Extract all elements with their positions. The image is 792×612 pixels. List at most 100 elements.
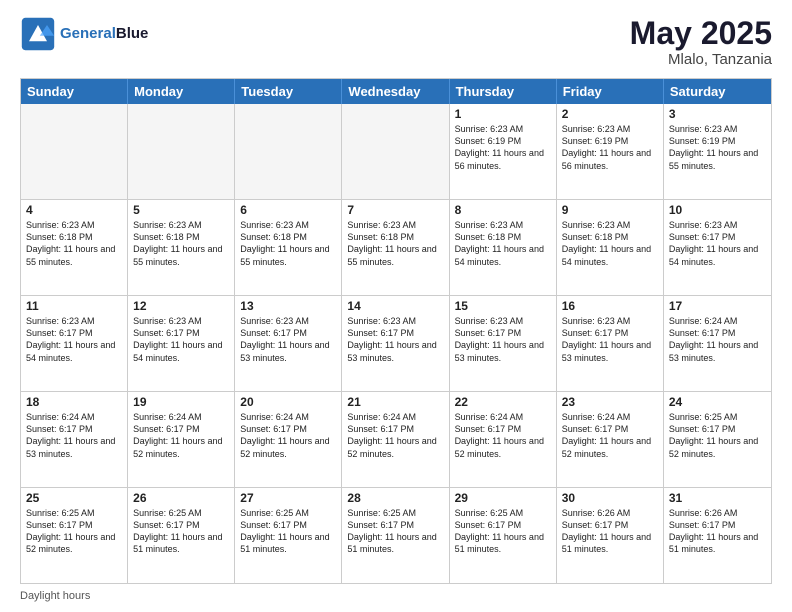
cell-info: Sunrise: 6:25 AM Sunset: 6:17 PM Dayligh…: [455, 507, 551, 556]
calendar-cell: 9Sunrise: 6:23 AM Sunset: 6:18 PM Daylig…: [557, 200, 664, 295]
day-number: 1: [455, 107, 551, 121]
day-number: 10: [669, 203, 766, 217]
calendar-cell: [235, 104, 342, 199]
calendar-cell: 10 Sunrise: 6:23 AM Sunset: 6:17 PM Dayli…: [664, 200, 771, 295]
cell-info: Sunrise: 6:23 AM Sunset: 6:17 PM Dayligh…: [26, 315, 122, 364]
calendar-cell: 11 Sunrise: 6:23 AM Sunset: 6:17 PM Dayli…: [21, 296, 128, 391]
day-number: 11: [26, 299, 122, 313]
footer-text: Daylight hours: [20, 590, 90, 602]
calendar-row: 25 Sunrise: 6:25 AM Sunset: 6:17 PM Dayli…: [21, 487, 771, 583]
calendar-cell: 1 Sunrise: 6:23 AM Sunset: 6:19 PM Daylig…: [450, 104, 557, 199]
day-number: 27: [240, 491, 336, 505]
cell-info: Sunrise: 6:25 AM Sunset: 6:17 PM Dayligh…: [669, 411, 766, 460]
calendar-cell: 13 Sunrise: 6:23 AM Sunset: 6:17 PM Dayli…: [235, 296, 342, 391]
calendar-cell: 15 Sunrise: 6:23 AM Sunset: 6:17 PM Dayli…: [450, 296, 557, 391]
calendar-cell: 21Sunrise: 6:24 AM Sunset: 6:17 PM Dayli…: [342, 392, 449, 487]
calendar-cell: [21, 104, 128, 199]
calendar-cell: 31 Sunrise: 6:26 AM Sunset: 6:17 PM Dayli…: [664, 488, 771, 583]
day-number: 31: [669, 491, 766, 505]
calendar-cell: 19 Sunrise: 6:24 AM Sunset: 6:17 PM Dayli…: [128, 392, 235, 487]
cell-info: Sunrise: 6:23 AM Sunset: 6:17 PM Dayligh…: [347, 315, 443, 364]
logo-text: GeneralBlue: [60, 25, 148, 43]
location: Mlalo, Tanzania: [630, 51, 772, 68]
day-number: 12: [133, 299, 229, 313]
day-number: 17: [669, 299, 766, 313]
cell-info: Sunrise: 6:23 AM Sunset: 6:18 PM Dayligh…: [26, 219, 122, 268]
day-number: 18: [26, 395, 122, 409]
day-number: 23: [562, 395, 658, 409]
calendar-cell: 22 Sunrise: 6:24 AM Sunset: 6:17 PM Dayli…: [450, 392, 557, 487]
page: GeneralBlue May 2025 Mlalo, Tanzania Sun…: [0, 0, 792, 612]
logo: GeneralBlue: [20, 16, 148, 52]
cell-info: Sunrise: 6:23 AM Sunset: 6:17 PM Dayligh…: [562, 315, 658, 364]
cell-info: Sunrise: 6:24 AM Sunset: 6:17 PM Dayligh…: [240, 411, 336, 460]
header-day-sunday: Sunday: [21, 79, 128, 104]
cell-info: Sunrise: 6:23 AM Sunset: 6:19 PM Dayligh…: [562, 123, 658, 172]
cell-info: Sunrise: 6:24 AM Sunset: 6:17 PM Dayligh…: [669, 315, 766, 364]
cell-info: Sunrise: 6:23 AM Sunset: 6:17 PM Dayligh…: [133, 315, 229, 364]
calendar-cell: 7 Sunrise: 6:23 AM Sunset: 6:18 PM Daylig…: [342, 200, 449, 295]
calendar-cell: 12 Sunrise: 6:23 AM Sunset: 6:17 PM Dayli…: [128, 296, 235, 391]
day-number: 7: [347, 203, 443, 217]
header-day-monday: Monday: [128, 79, 235, 104]
cell-info: Sunrise: 6:23 AM Sunset: 6:18 PM Dayligh…: [562, 219, 658, 268]
day-number: 19: [133, 395, 229, 409]
cell-info: Sunrise: 6:24 AM Sunset: 6:17 PM Dayligh…: [26, 411, 122, 460]
cell-info: Sunrise: 6:25 AM Sunset: 6:17 PM Dayligh…: [347, 507, 443, 556]
calendar-cell: 28 Sunrise: 6:25 AM Sunset: 6:17 PM Dayli…: [342, 488, 449, 583]
calendar: SundayMondayTuesdayWednesdayThursdayFrid…: [20, 78, 772, 584]
logo-icon: [20, 16, 56, 52]
cell-info: Sunrise: 6:23 AM Sunset: 6:19 PM Dayligh…: [455, 123, 551, 172]
calendar-cell: 16 Sunrise: 6:23 AM Sunset: 6:17 PM Dayli…: [557, 296, 664, 391]
calendar-cell: 14Sunrise: 6:23 AM Sunset: 6:17 PM Dayli…: [342, 296, 449, 391]
cell-info: Sunrise: 6:23 AM Sunset: 6:17 PM Dayligh…: [455, 315, 551, 364]
day-number: 3: [669, 107, 766, 121]
footer: Daylight hours: [20, 590, 772, 602]
calendar-cell: 30Sunrise: 6:26 AM Sunset: 6:17 PM Dayli…: [557, 488, 664, 583]
calendar-cell: 24 Sunrise: 6:25 AM Sunset: 6:17 PM Dayli…: [664, 392, 771, 487]
calendar-cell: 20 Sunrise: 6:24 AM Sunset: 6:17 PM Dayli…: [235, 392, 342, 487]
calendar-body: 1 Sunrise: 6:23 AM Sunset: 6:19 PM Daylig…: [21, 104, 771, 583]
header-day-thursday: Thursday: [450, 79, 557, 104]
calendar-row: 4Sunrise: 6:23 AM Sunset: 6:18 PM Daylig…: [21, 199, 771, 295]
day-number: 8: [455, 203, 551, 217]
header-day-tuesday: Tuesday: [235, 79, 342, 104]
calendar-cell: [128, 104, 235, 199]
cell-info: Sunrise: 6:24 AM Sunset: 6:17 PM Dayligh…: [455, 411, 551, 460]
month-title: May 2025: [630, 16, 772, 51]
calendar-row: 18 Sunrise: 6:24 AM Sunset: 6:17 PM Dayli…: [21, 391, 771, 487]
cell-info: Sunrise: 6:24 AM Sunset: 6:17 PM Dayligh…: [133, 411, 229, 460]
cell-info: Sunrise: 6:23 AM Sunset: 6:18 PM Dayligh…: [347, 219, 443, 268]
cell-info: Sunrise: 6:24 AM Sunset: 6:17 PM Dayligh…: [562, 411, 658, 460]
day-number: 15: [455, 299, 551, 313]
cell-info: Sunrise: 6:23 AM Sunset: 6:18 PM Dayligh…: [455, 219, 551, 268]
day-number: 22: [455, 395, 551, 409]
cell-info: Sunrise: 6:26 AM Sunset: 6:17 PM Dayligh…: [562, 507, 658, 556]
calendar-cell: 25 Sunrise: 6:25 AM Sunset: 6:17 PM Dayli…: [21, 488, 128, 583]
header: GeneralBlue May 2025 Mlalo, Tanzania: [20, 16, 772, 68]
calendar-row: 1 Sunrise: 6:23 AM Sunset: 6:19 PM Daylig…: [21, 104, 771, 199]
calendar-cell: 26Sunrise: 6:25 AM Sunset: 6:17 PM Dayli…: [128, 488, 235, 583]
cell-info: Sunrise: 6:25 AM Sunset: 6:17 PM Dayligh…: [26, 507, 122, 556]
cell-info: Sunrise: 6:25 AM Sunset: 6:17 PM Dayligh…: [133, 507, 229, 556]
calendar-header: SundayMondayTuesdayWednesdayThursdayFrid…: [21, 79, 771, 104]
day-number: 5: [133, 203, 229, 217]
day-number: 16: [562, 299, 658, 313]
day-number: 20: [240, 395, 336, 409]
calendar-cell: 29 Sunrise: 6:25 AM Sunset: 6:17 PM Dayli…: [450, 488, 557, 583]
cell-info: Sunrise: 6:23 AM Sunset: 6:17 PM Dayligh…: [669, 219, 766, 268]
cell-info: Sunrise: 6:23 AM Sunset: 6:17 PM Dayligh…: [240, 315, 336, 364]
header-day-saturday: Saturday: [664, 79, 771, 104]
day-number: 29: [455, 491, 551, 505]
day-number: 28: [347, 491, 443, 505]
cell-info: Sunrise: 6:23 AM Sunset: 6:18 PM Dayligh…: [240, 219, 336, 268]
header-day-wednesday: Wednesday: [342, 79, 449, 104]
calendar-cell: 5Sunrise: 6:23 AM Sunset: 6:18 PM Daylig…: [128, 200, 235, 295]
day-number: 24: [669, 395, 766, 409]
cell-info: Sunrise: 6:23 AM Sunset: 6:19 PM Dayligh…: [669, 123, 766, 172]
cell-info: Sunrise: 6:26 AM Sunset: 6:17 PM Dayligh…: [669, 507, 766, 556]
day-number: 13: [240, 299, 336, 313]
calendar-cell: 17 Sunrise: 6:24 AM Sunset: 6:17 PM Dayli…: [664, 296, 771, 391]
cell-info: Sunrise: 6:24 AM Sunset: 6:17 PM Dayligh…: [347, 411, 443, 460]
day-number: 25: [26, 491, 122, 505]
